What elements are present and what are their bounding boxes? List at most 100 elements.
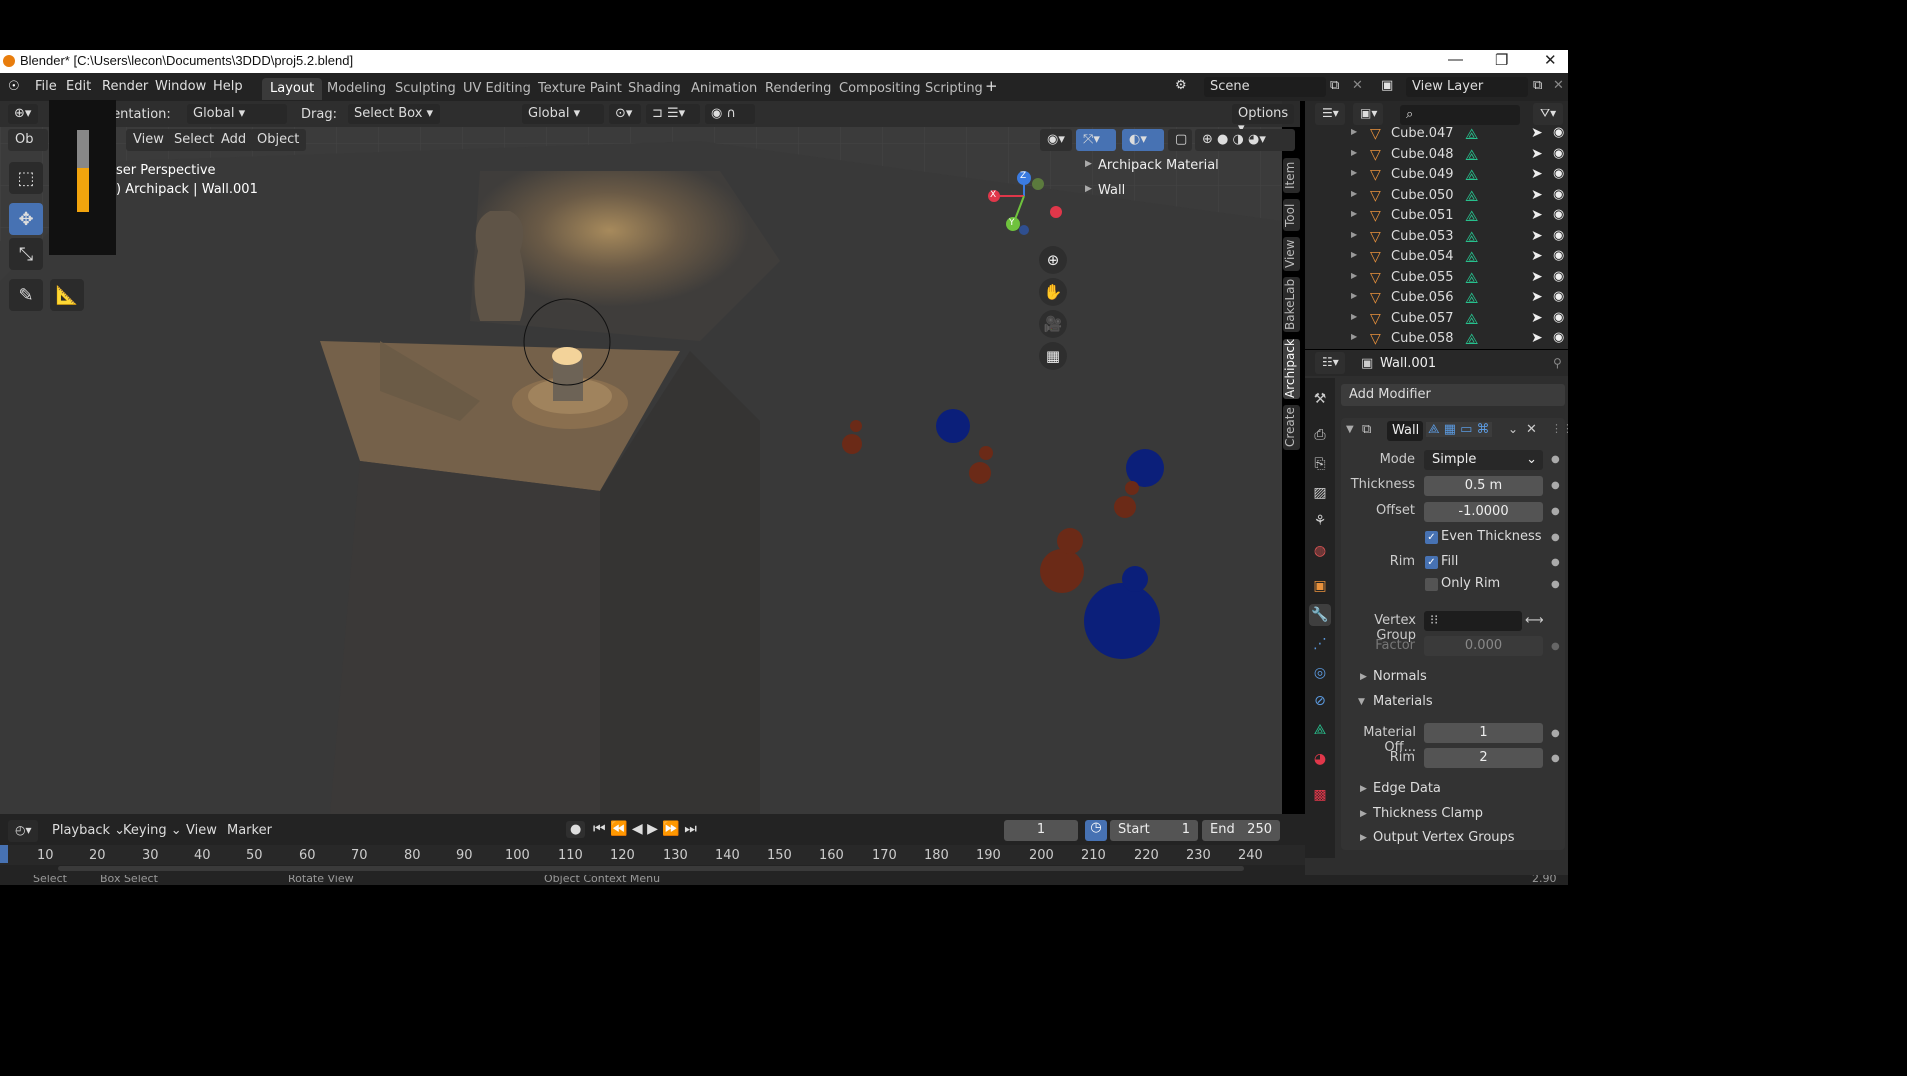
annotate-tool-icon[interactable]: ✎ bbox=[9, 279, 43, 311]
remove-scene-icon[interactable]: ✕ bbox=[1352, 78, 1363, 93]
only-rim-checkbox[interactable] bbox=[1425, 578, 1438, 591]
timeline-editor-type-icon[interactable]: ◴▾ bbox=[8, 820, 38, 842]
tab-archipack[interactable]: Archipack bbox=[1283, 339, 1300, 399]
mode-dropdown-field[interactable]: Simple ⌄ bbox=[1424, 450, 1543, 470]
viewport-menu-add[interactable]: Add bbox=[214, 129, 254, 151]
select-arrow-icon[interactable]: ➤ bbox=[1531, 228, 1543, 244]
edge-data-section[interactable]: Edge Data bbox=[1373, 781, 1441, 796]
list-item[interactable]: ▶ ▽ Cube.047 ⟁ ➤ ◉ bbox=[1305, 124, 1568, 144]
drag-handle-icon[interactable]: ⋮⋮ bbox=[1551, 422, 1568, 435]
minimize-button[interactable]: — bbox=[1448, 51, 1463, 68]
render-properties-icon[interactable]: ⎙ bbox=[1309, 424, 1331, 446]
perspective-grid-icon[interactable]: ▦ bbox=[1039, 342, 1067, 370]
keyframe-dot[interactable]: ● bbox=[1551, 532, 1560, 543]
eye-icon[interactable]: ◉ bbox=[1553, 125, 1564, 140]
tab-texture-paint[interactable]: Texture Paint bbox=[530, 78, 630, 100]
menu-file[interactable]: File bbox=[35, 79, 57, 94]
list-item[interactable]: ▶ ▽ Cube.056 ⟁ ➤ ◉ bbox=[1305, 288, 1568, 308]
data-properties-icon[interactable]: ⟁ bbox=[1309, 719, 1331, 741]
list-item[interactable]: ▶ ▽ Cube.058 ⟁ ➤ ◉ bbox=[1305, 329, 1568, 349]
remove-modifier-icon[interactable]: ✕ bbox=[1526, 422, 1537, 437]
mesh-data-icon[interactable]: ⟁ bbox=[1465, 166, 1478, 184]
snap-icon[interactable]: ⊐ ☰▾ bbox=[646, 104, 700, 124]
mesh-data-icon[interactable]: ⟁ bbox=[1465, 207, 1478, 225]
drag-dropdown[interactable]: Select Box ▾ bbox=[348, 104, 440, 124]
particles-properties-icon[interactable]: ⋰ bbox=[1309, 633, 1331, 655]
list-item[interactable]: ▶ ▽ Cube.057 ⟁ ➤ ◉ bbox=[1305, 309, 1568, 329]
keyframe-dot[interactable]: ● bbox=[1551, 480, 1560, 491]
pin-icon[interactable]: ⚲ bbox=[1553, 356, 1562, 370]
playback-controls[interactable]: ⏮ ⏪ ◀ ▶ ⏩ ⏭ bbox=[593, 821, 697, 837]
tab-item[interactable]: Item bbox=[1283, 158, 1300, 193]
mesh-data-icon[interactable]: ⟁ bbox=[1465, 310, 1478, 328]
overlay-toggle-icon[interactable]: ◐▾ bbox=[1122, 129, 1164, 151]
tab-create[interactable]: Create bbox=[1283, 405, 1300, 450]
eye-icon[interactable]: ◉ bbox=[1553, 166, 1564, 181]
menu-help[interactable]: Help bbox=[213, 79, 243, 94]
output-properties-icon[interactable]: ⎘ bbox=[1309, 453, 1331, 475]
select-arrow-icon[interactable]: ➤ bbox=[1531, 269, 1543, 285]
gizmo-toggle-icon[interactable]: ⤧▾ bbox=[1076, 129, 1116, 151]
visibility-icon[interactable]: ◉▾ bbox=[1040, 129, 1072, 151]
pan-hand-icon[interactable]: ✋ bbox=[1039, 278, 1067, 306]
tab-sculpting[interactable]: Sculpting bbox=[387, 78, 464, 100]
camera-icon[interactable]: 🎥 bbox=[1039, 310, 1067, 338]
select-arrow-icon[interactable]: ➤ bbox=[1531, 207, 1543, 223]
list-item[interactable]: ▶ ▽ Cube.054 ⟁ ➤ ◉ bbox=[1305, 247, 1568, 267]
move-tool-icon[interactable]: ✥ bbox=[9, 203, 43, 235]
copy-scene-icon[interactable]: ⧉ bbox=[1330, 78, 1339, 93]
panel-expand-icon[interactable]: ▶ bbox=[1085, 184, 1092, 194]
menu-window[interactable]: Window bbox=[155, 79, 206, 94]
preview-range-icon[interactable]: ◷ bbox=[1085, 820, 1107, 841]
thickness-clamp-expand-icon[interactable]: ▶ bbox=[1360, 809, 1367, 819]
collapse-modifier-icon[interactable]: ▼ bbox=[1346, 424, 1354, 435]
eye-icon[interactable]: ◉ bbox=[1553, 310, 1564, 325]
tab-layout[interactable]: Layout bbox=[262, 78, 323, 100]
select-box-tool-icon[interactable]: ⬚ bbox=[9, 162, 43, 194]
add-modifier-dropdown[interactable]: Add Modifier bbox=[1341, 384, 1565, 406]
view-layer-field[interactable]: View Layer bbox=[1406, 77, 1528, 97]
mode-dropdown[interactable]: Ob bbox=[8, 129, 48, 151]
pivot-point-icon[interactable]: ⊙▾ bbox=[609, 104, 641, 124]
keyframe-dot[interactable]: ● bbox=[1551, 753, 1560, 764]
material-offset-field[interactable]: 1 bbox=[1424, 723, 1543, 743]
menu-edit[interactable]: Edit bbox=[66, 79, 91, 94]
list-item[interactable]: ▶ ▽ Cube.051 ⟁ ➤ ◉ bbox=[1305, 206, 1568, 226]
viewport-menu-view[interactable]: View bbox=[126, 129, 171, 151]
physics-properties-icon[interactable]: ◎ bbox=[1309, 662, 1331, 684]
transform-orientation-dropdown[interactable]: Global ▾ bbox=[522, 104, 604, 124]
eye-icon[interactable]: ◉ bbox=[1553, 146, 1564, 161]
playhead[interactable] bbox=[0, 845, 8, 863]
material-properties-icon[interactable]: ◕ bbox=[1309, 748, 1331, 770]
edit-mode-toggle-icon[interactable]: ⟁ ▦ ▭ ⌘ bbox=[1426, 422, 1492, 437]
modifier-dropdown-icon[interactable]: ⌄ bbox=[1508, 422, 1518, 436]
proportional-edit-icon[interactable]: ◉ ∩ bbox=[705, 104, 755, 124]
copy-view-layer-icon[interactable]: ⧉ bbox=[1533, 78, 1542, 93]
blender-menu-icon[interactable]: ☉ bbox=[8, 79, 20, 94]
select-arrow-icon[interactable]: ➤ bbox=[1531, 146, 1543, 162]
list-item[interactable]: ▶ ▽ Cube.048 ⟁ ➤ ◉ bbox=[1305, 145, 1568, 165]
mesh-data-icon[interactable]: ⟁ bbox=[1465, 228, 1478, 246]
select-arrow-icon[interactable]: ➤ bbox=[1531, 330, 1543, 346]
3d-viewport[interactable] bbox=[0, 101, 1282, 814]
timeline-keying-menu[interactable]: Keying ⌄ bbox=[123, 823, 182, 838]
orientation-dropdown[interactable]: Global ▾ bbox=[187, 104, 287, 124]
outliner-editor-type-icon[interactable]: ☰▾ bbox=[1315, 103, 1345, 125]
select-arrow-icon[interactable]: ➤ bbox=[1531, 166, 1543, 182]
mesh-data-icon[interactable]: ⟁ bbox=[1465, 289, 1478, 307]
list-item[interactable]: ▶ ▽ Cube.053 ⟁ ➤ ◉ bbox=[1305, 227, 1568, 247]
materials-collapse-icon[interactable]: ▼ bbox=[1358, 697, 1365, 707]
viewport-menu-object[interactable]: Object bbox=[250, 129, 307, 151]
tab-compositing[interactable]: Compositing bbox=[831, 78, 929, 100]
shading-mode-icons[interactable]: ⊕ ● ◑ ◕▾ bbox=[1195, 129, 1295, 151]
select-arrow-icon[interactable]: ➤ bbox=[1531, 310, 1543, 326]
scene-properties-icon[interactable]: ⚘ bbox=[1309, 510, 1331, 532]
tab-scripting[interactable]: Scripting bbox=[917, 78, 991, 100]
current-frame-field[interactable]: 1 bbox=[1004, 820, 1078, 841]
tab-modeling[interactable]: Modeling bbox=[319, 78, 394, 100]
xray-icon[interactable]: ▢ bbox=[1168, 129, 1192, 151]
select-arrow-icon[interactable]: ➤ bbox=[1531, 289, 1543, 305]
even-thickness-checkbox[interactable]: ✓ bbox=[1425, 531, 1438, 544]
eye-icon[interactable]: ◉ bbox=[1553, 228, 1564, 243]
tab-bakelab[interactable]: BakeLab bbox=[1283, 277, 1300, 332]
